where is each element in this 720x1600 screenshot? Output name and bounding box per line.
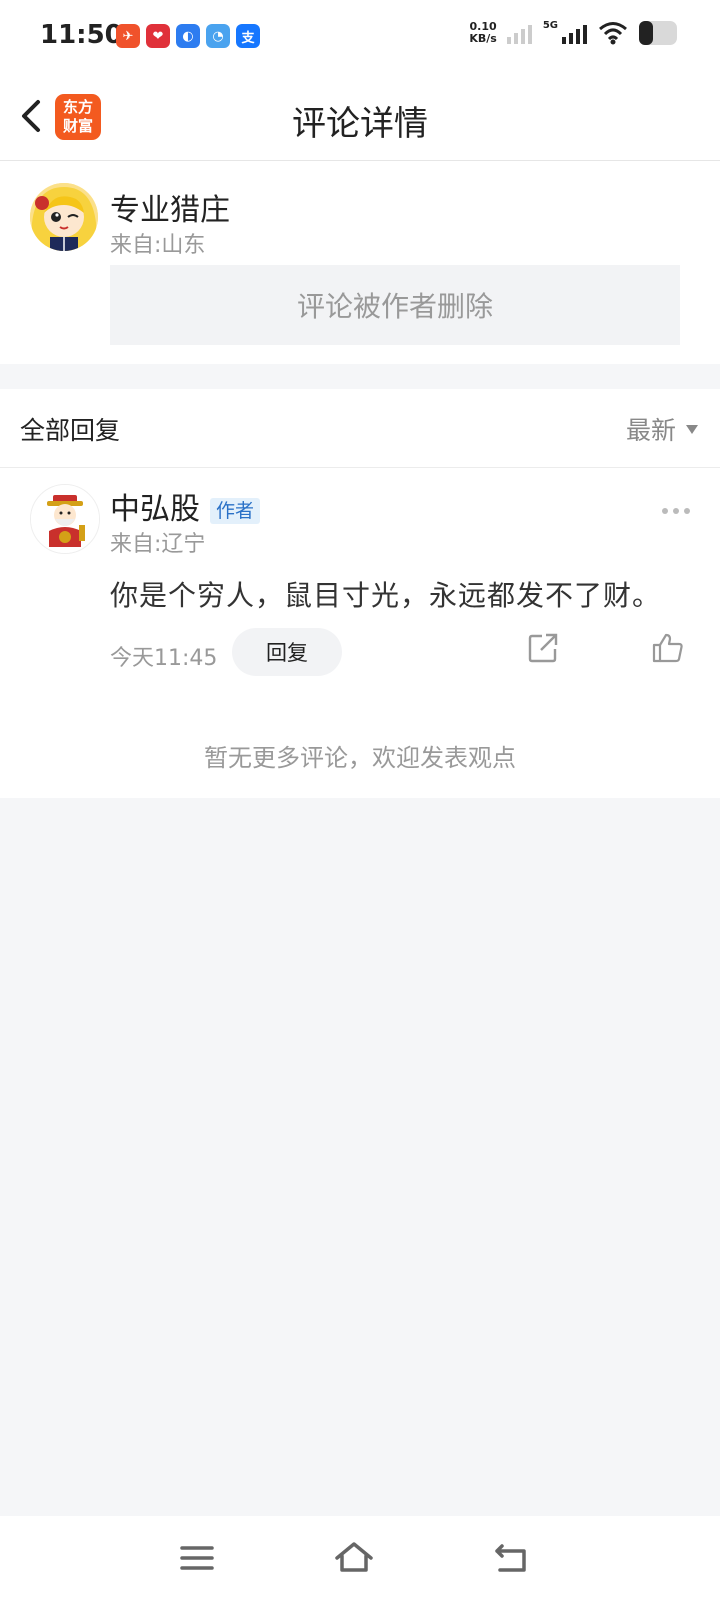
status-indicators: 0.10 KB/s 5G — [469, 20, 680, 46]
battery-icon — [639, 21, 677, 45]
more-options-icon[interactable] — [662, 508, 690, 514]
comment-location: 来自:山东 — [110, 233, 206, 258]
comment-user-name[interactable]: 专业猎庄 — [110, 185, 230, 229]
reply-user-name[interactable]: 中弘股 — [110, 484, 200, 528]
original-comment: 专业猎庄 来自:山东 评论被作者删除 — [0, 161, 720, 364]
signal-weak-icon — [506, 25, 532, 44]
sort-dropdown[interactable]: 最新 — [626, 411, 698, 447]
menu-icon[interactable] — [178, 1538, 218, 1578]
wifi-icon — [599, 22, 627, 45]
replies-title: 全部回复 — [20, 416, 121, 445]
signal-strong-icon — [562, 25, 587, 44]
reply-location: 来自:辽宁 — [110, 532, 206, 557]
avatar[interactable] — [30, 484, 100, 554]
cartoon-girl-avatar-icon — [30, 183, 98, 251]
reply-content: 你是个穷人，鼠目寸光，永远都发不了财。 — [110, 579, 662, 612]
caret-down-icon — [686, 424, 698, 434]
no-more-comments-text: 暂无更多评论，欢迎发表观点 — [204, 744, 516, 772]
alipay-app-icon: 支 — [236, 24, 260, 48]
heart-app-icon: ❤ — [146, 24, 170, 48]
share-icon[interactable] — [528, 633, 558, 663]
reply-timestamp: 今天11:45 — [110, 646, 218, 671]
page-title: 评论详情 — [292, 104, 428, 144]
status-bar: 11:50 ✈ ❤ ◐ ◔ 支 0.10 KB/s 5G — [0, 0, 720, 72]
thumbs-up-icon[interactable] — [652, 633, 684, 663]
bird-app-icon: ◔ — [206, 24, 230, 48]
sort-label: 最新 — [625, 416, 676, 445]
status-time: 11:50 — [40, 20, 123, 50]
notification-app-icons: ✈ ❤ ◐ ◔ 支 — [116, 24, 260, 48]
back-icon[interactable] — [492, 1538, 532, 1578]
system-nav-bar — [0, 1516, 720, 1600]
reply-button[interactable]: 回复 — [232, 628, 342, 676]
reply-list: 中弘股 作者 来自:辽宁 你是个穷人，鼠目寸光，永远都发不了财。 今天11:45… — [0, 468, 720, 798]
deleted-comment-notice: 评论被作者删除 — [110, 265, 680, 345]
network-speed-unit: KB/s — [469, 32, 497, 45]
browser-app-icon: ◐ — [176, 24, 200, 48]
replies-header: 全部回复 最新 — [0, 389, 720, 468]
paper-plane-app-icon: ✈ — [116, 24, 140, 48]
network-speed: 0.10 KB/s — [469, 21, 496, 45]
avatar[interactable] — [30, 183, 98, 251]
fortune-god-avatar-icon — [31, 485, 99, 553]
home-icon[interactable] — [334, 1538, 374, 1578]
network-type: 5G — [542, 19, 558, 31]
top-app-bar: 东方 财富 评论详情 — [0, 72, 720, 161]
author-badge: 作者 — [210, 498, 261, 524]
